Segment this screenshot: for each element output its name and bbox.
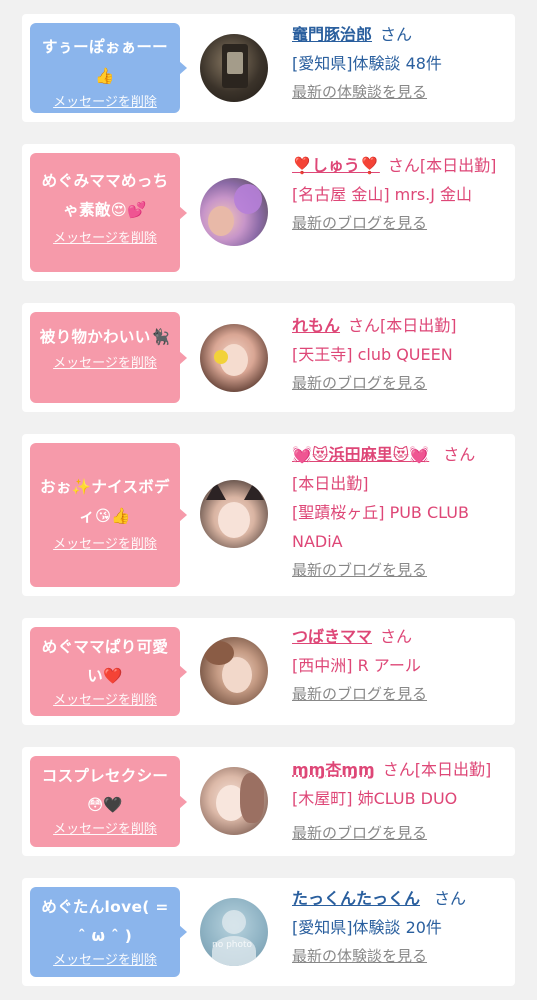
user-name-link[interactable]: ❣️しゅう❣️ bbox=[292, 156, 380, 175]
message-bubble: おぉ✨ナイスボディ😘👍 メッセージを削除 bbox=[30, 443, 187, 587]
honorific: さん bbox=[380, 25, 413, 44]
message-text: コスプレセクシー😳🖤 bbox=[41, 767, 169, 814]
view-latest-link[interactable]: 最新の体験談を見る bbox=[292, 78, 508, 107]
avatar[interactable] bbox=[200, 637, 268, 705]
profile-detail: [西中洲] R アール bbox=[292, 656, 421, 675]
honorific: さん[本日出勤] bbox=[387, 156, 497, 175]
profile-info: れもん さん[本日出勤] [天王寺] club QUEEN 最新のブログを見る bbox=[292, 311, 508, 398]
honorific: さん[本日出勤] bbox=[382, 760, 492, 779]
avatar[interactable] bbox=[200, 34, 268, 102]
profile-info: ɱɱ杏ɱɱ さん[本日出勤] [木屋町] 姉CLUB DUO 最新のブログを見る bbox=[292, 755, 508, 848]
message-card: めぐみママめっちゃ素敵😍💕 メッセージを削除 ❣️しゅう❣️ さん[本日出勤] [… bbox=[22, 144, 515, 281]
message-bubble: めぐママぱり可愛い❤️ メッセージを削除 bbox=[30, 627, 187, 716]
profile-status: [本日出勤] bbox=[292, 474, 369, 493]
user-name-link[interactable]: たっくんたっくん bbox=[292, 889, 420, 908]
message-card: おぉ✨ナイスボディ😘👍 メッセージを削除 💓😻浜田麻里😻💓 さん [本日出勤] [… bbox=[22, 434, 515, 596]
delete-message-link[interactable]: メッセージを削除 bbox=[38, 691, 172, 711]
delete-message-link[interactable]: メッセージを削除 bbox=[38, 820, 172, 840]
view-latest-link[interactable]: 最新のブログを見る bbox=[292, 819, 508, 848]
message-bubble: めぐたんlove( = ˆ ω ˆ ) メッセージを削除 bbox=[30, 887, 187, 977]
message-text: すぅーぽぉぁーー👍 bbox=[42, 38, 168, 85]
message-card: すぅーぽぉぁーー👍 メッセージを削除 竈門豚治郎 さん [愛知県]体験談 48件 … bbox=[22, 14, 515, 122]
message-bubble: 被り物かわいい🐈‍⬛ メッセージを削除 bbox=[30, 312, 187, 403]
message-card: めぐたんlove( = ˆ ω ˆ ) メッセージを削除 no photo たっ… bbox=[22, 878, 515, 986]
delete-message-link[interactable]: メッセージを削除 bbox=[38, 951, 172, 971]
message-text: 被り物かわいい🐈‍⬛ bbox=[39, 328, 171, 346]
message-text: めぐみママめっちゃ素敵😍💕 bbox=[41, 172, 169, 219]
honorific: さん bbox=[380, 627, 413, 646]
user-name-link[interactable]: ɱɱ杏ɱɱ bbox=[292, 760, 375, 779]
honorific: さん bbox=[434, 889, 467, 908]
profile-detail: [木屋町] 姉CLUB DUO bbox=[292, 789, 458, 808]
user-name-link[interactable]: 竈門豚治郎 bbox=[292, 25, 372, 44]
message-card: めぐママぱり可愛い❤️ メッセージを削除 つばきママ さん [西中洲] R アール… bbox=[22, 618, 515, 725]
delete-message-link[interactable]: メッセージを削除 bbox=[38, 93, 172, 113]
profile-detail: [天王寺] club QUEEN bbox=[292, 345, 453, 364]
view-latest-link[interactable]: 最新のブログを見る bbox=[292, 209, 508, 238]
message-bubble: めぐみママめっちゃ素敵😍💕 メッセージを削除 bbox=[30, 153, 187, 272]
avatar[interactable]: no photo bbox=[200, 898, 268, 966]
profile-detail: [愛知県]体験談 20件 bbox=[292, 918, 442, 937]
avatar[interactable] bbox=[200, 480, 268, 548]
avatar[interactable] bbox=[200, 767, 268, 835]
delete-message-link[interactable]: メッセージを削除 bbox=[38, 229, 172, 249]
message-bubble: コスプレセクシー😳🖤 メッセージを削除 bbox=[30, 756, 187, 847]
user-name-link[interactable]: つばきママ bbox=[292, 627, 372, 646]
message-text: めぐママぱり可愛い❤️ bbox=[41, 638, 169, 685]
message-card: 被り物かわいい🐈‍⬛ メッセージを削除 れもん さん[本日出勤] [天王寺] cl… bbox=[22, 303, 515, 412]
user-name-link[interactable]: れもん bbox=[292, 316, 340, 335]
no-photo-placeholder: no photo bbox=[212, 940, 253, 950]
profile-info: たっくんたっくん さん [愛知県]体験談 20件 最新の体験談を見る bbox=[292, 884, 508, 971]
honorific: さん bbox=[443, 445, 476, 464]
profile-info: 💓😻浜田麻里😻💓 さん [本日出勤] [聖蹟桜ヶ丘] PUB CLUB NADiA… bbox=[292, 440, 508, 585]
view-latest-link[interactable]: 最新の体験談を見る bbox=[292, 942, 508, 971]
view-latest-link[interactable]: 最新のブログを見る bbox=[292, 680, 508, 709]
honorific: さん[本日出勤] bbox=[348, 316, 457, 335]
message-text: おぉ✨ナイスボディ😘👍 bbox=[40, 478, 170, 525]
profile-info: つばきママ さん [西中洲] R アール 最新のブログを見る bbox=[292, 622, 508, 709]
profile-info: ❣️しゅう❣️ さん[本日出勤] [名古屋 金山] mrs.J 金山 最新のブログ… bbox=[292, 151, 508, 238]
message-text: めぐたんlove( = ˆ ω ˆ ) bbox=[41, 898, 169, 945]
message-card: コスプレセクシー😳🖤 メッセージを削除 ɱɱ杏ɱɱ さん[本日出勤] [木屋町] … bbox=[22, 747, 515, 856]
profile-detail: [愛知県]体験談 48件 bbox=[292, 54, 442, 73]
profile-detail: [聖蹟桜ヶ丘] PUB CLUB NADiA bbox=[292, 503, 469, 551]
view-latest-link[interactable]: 最新のブログを見る bbox=[292, 556, 508, 585]
avatar[interactable] bbox=[200, 178, 268, 246]
user-name-link[interactable]: 💓😻浜田麻里😻💓 bbox=[292, 445, 429, 464]
delete-message-link[interactable]: メッセージを削除 bbox=[38, 535, 172, 555]
message-bubble: すぅーぽぉぁーー👍 メッセージを削除 bbox=[30, 23, 187, 113]
delete-message-link[interactable]: メッセージを削除 bbox=[38, 354, 172, 374]
avatar[interactable] bbox=[200, 324, 268, 392]
view-latest-link[interactable]: 最新のブログを見る bbox=[292, 369, 508, 398]
profile-detail: [名古屋 金山] mrs.J 金山 bbox=[292, 185, 473, 204]
profile-info: 竈門豚治郎 さん [愛知県]体験談 48件 最新の体験談を見る bbox=[292, 20, 508, 107]
